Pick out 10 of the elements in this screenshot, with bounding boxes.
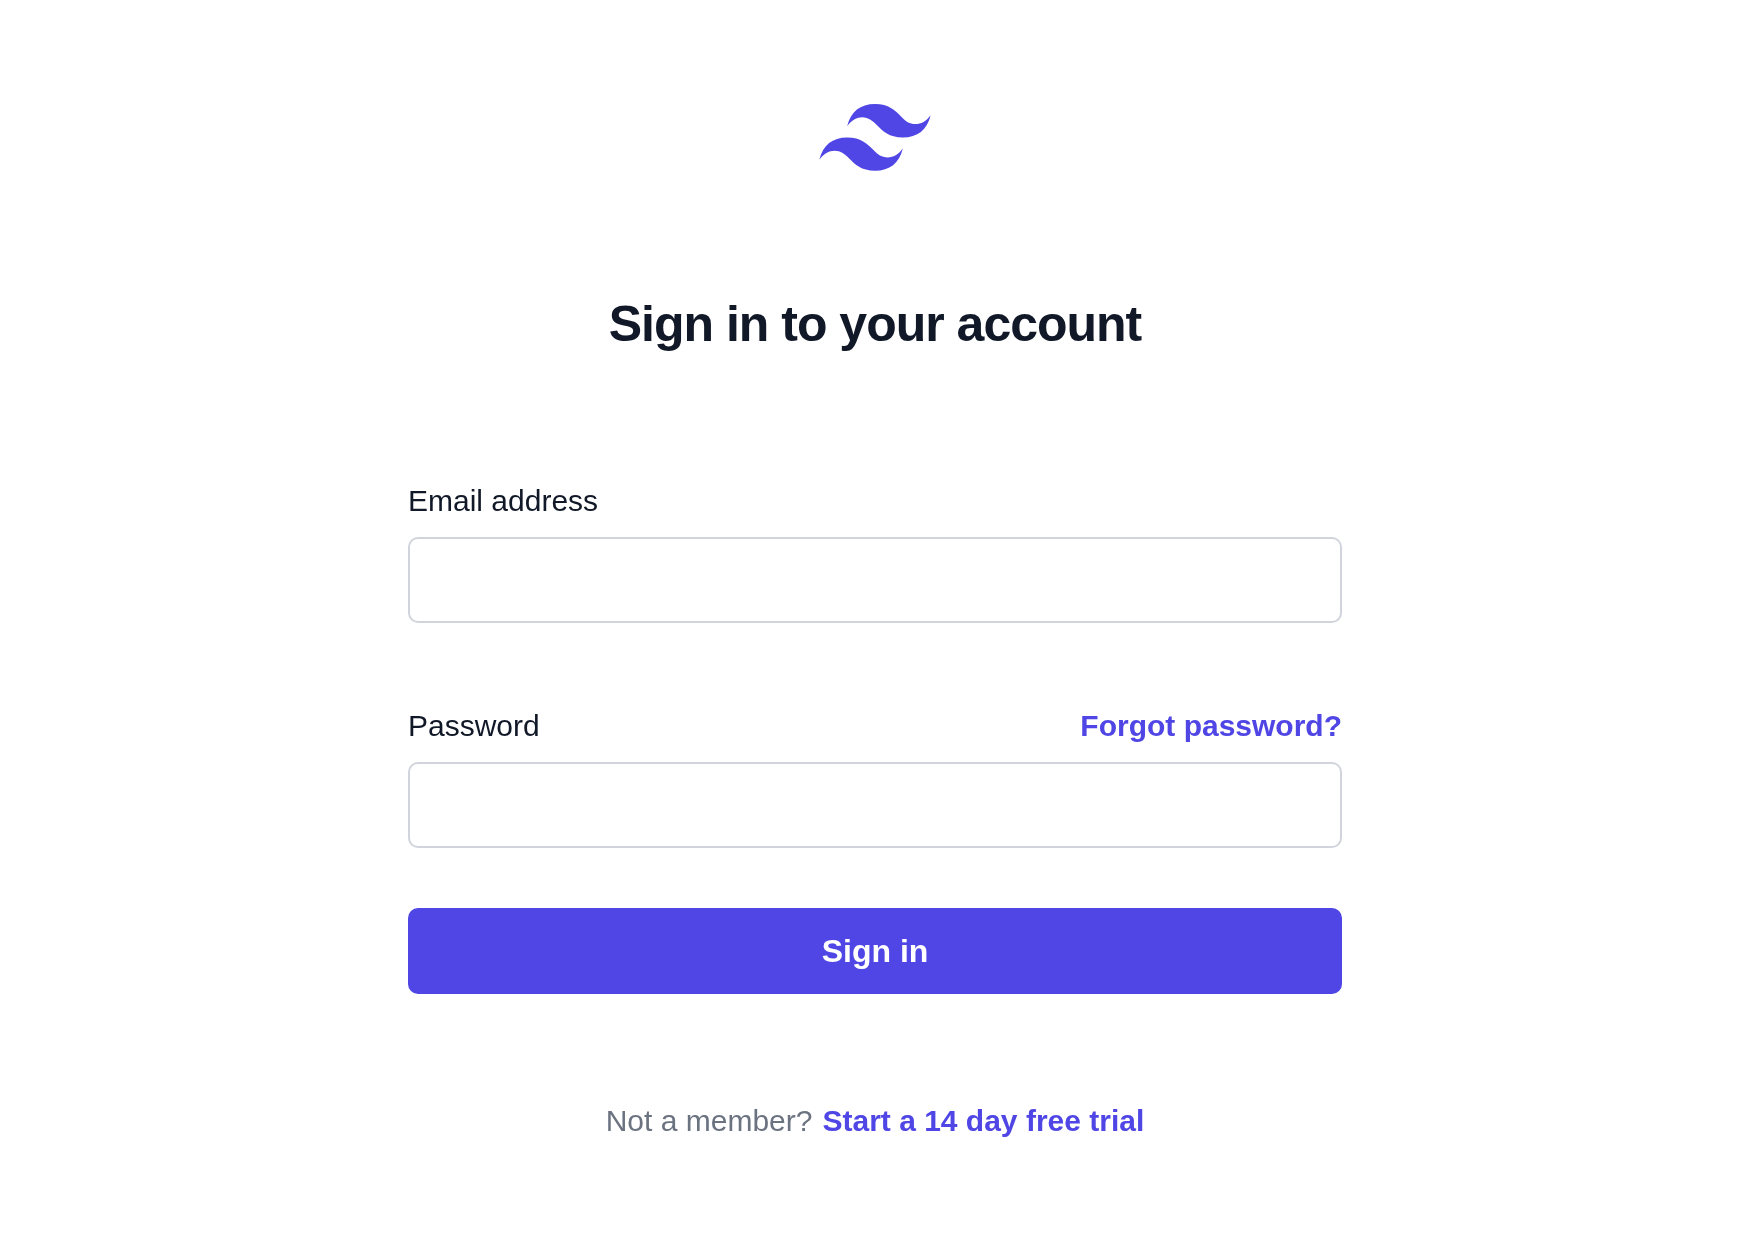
free-trial-link[interactable]: Start a 14 day free trial (822, 1098, 1145, 1143)
field-label: Email address (408, 482, 599, 519)
logo-icon (819, 104, 931, 172)
input-field[interactable] (408, 537, 1342, 623)
sign-in-button[interactable]: Sign in (408, 908, 1342, 994)
field-label: Password (408, 707, 540, 744)
forgot-password-link[interactable]: Forgot password? (1080, 702, 1342, 748)
footer-text: Not a member? (605, 1103, 813, 1139)
page-heading: Sign in to your account (608, 295, 1142, 354)
input-field[interactable] (408, 762, 1342, 848)
